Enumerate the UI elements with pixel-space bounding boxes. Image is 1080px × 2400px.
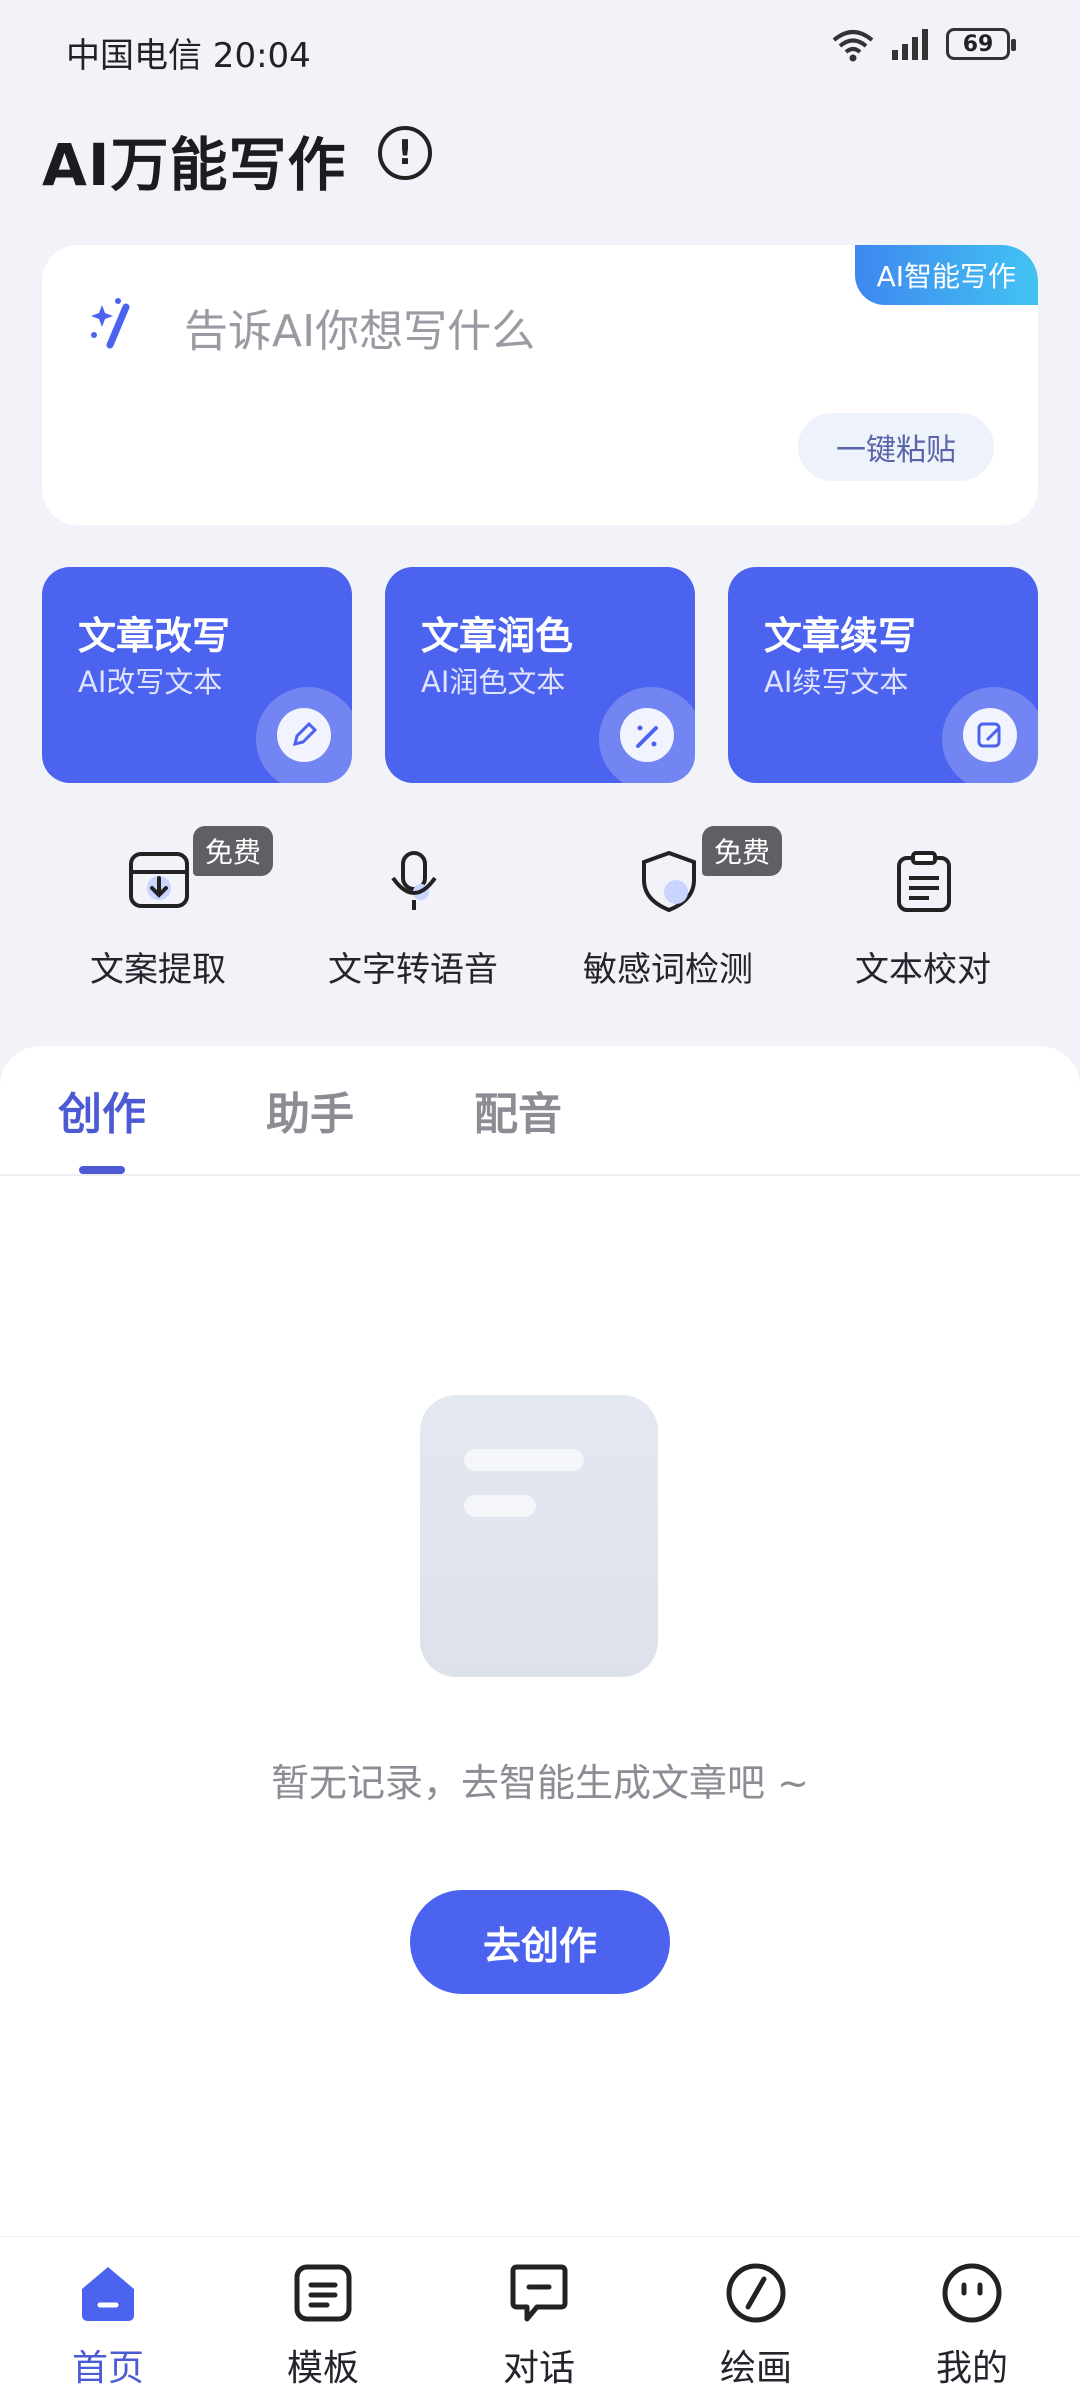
clipboard-icon	[897, 851, 951, 912]
bottom-nav: 首页 模板 对话 绘画 我的	[0, 2236, 1080, 2400]
rewrite-subtitle: AI改写文本	[78, 665, 223, 699]
ai-writing-badge: AI智能写作	[854, 245, 1038, 305]
status-carrier-time: 中国电信 20:04	[66, 36, 311, 76]
tab-indicator	[79, 1166, 125, 1174]
tool-label-tts: 文字转语音	[328, 950, 498, 990]
polish-title: 文章润色	[421, 614, 574, 658]
tab-assistant[interactable]: 助手	[266, 1078, 354, 1142]
home-icon	[82, 2267, 134, 2321]
polish-subtitle: AI润色文本	[421, 665, 566, 699]
tool-proofread[interactable]: 文本校对	[813, 850, 1033, 990]
continue-subtitle: AI续写文本	[764, 665, 909, 699]
continue-title: 文章续写	[764, 614, 917, 658]
battery-indicator: 69	[946, 28, 1016, 60]
tool-sensitive-check[interactable]: 敏感词检测	[558, 850, 778, 990]
tab-divider	[0, 1174, 1080, 1176]
polish-card[interactable]: 文章润色 AI润色文本	[385, 567, 695, 783]
nav-profile[interactable]: 我的	[902, 2261, 1042, 2391]
paint-icon	[726, 2263, 786, 2323]
nav-label-templates: 模板	[286, 2348, 359, 2389]
empty-state-message: 暂无记录，去智能生成文章吧 ~	[271, 1761, 809, 1805]
sparkle-wand-icon	[91, 298, 130, 349]
tool-label-sensitive: 敏感词检测	[583, 950, 753, 990]
signal-icon	[892, 29, 928, 60]
tab-create[interactable]: 创作	[58, 1078, 146, 1142]
nav-label-home: 首页	[71, 2348, 144, 2389]
nav-paint[interactable]: 绘画	[686, 2261, 826, 2391]
status-icons: 69	[830, 26, 1016, 62]
tool-label-proofread: 文本校对	[855, 950, 991, 990]
rewrite-card[interactable]: 文章改写 AI改写文本	[42, 567, 352, 783]
wifi-icon	[832, 30, 874, 62]
profile-icon	[942, 2263, 1002, 2323]
prompt-placeholder[interactable]: 告诉AI你想写什么	[184, 295, 535, 359]
tab-dubbing[interactable]: 配音	[474, 1078, 562, 1142]
nav-home[interactable]: 首页	[38, 2261, 178, 2391]
info-icon[interactable]: !	[378, 126, 432, 180]
page-title: AI万能写作	[42, 131, 347, 199]
tool-text-extract[interactable]: 文案提取	[48, 850, 268, 990]
nav-templates[interactable]: 模板	[253, 2261, 393, 2391]
empty-document-illustration	[420, 1395, 658, 1677]
nav-label-profile: 我的	[935, 2348, 1008, 2389]
nav-label-paint: 绘画	[719, 2348, 792, 2389]
prompt-input-card[interactable]: AI智能写作 告诉AI你想写什么 一键粘贴	[42, 245, 1038, 525]
magic-wand-icon	[599, 687, 695, 783]
tool-label-extract: 文案提取	[90, 950, 226, 990]
template-icon	[294, 2264, 352, 2322]
edit-icon	[256, 687, 352, 783]
paste-button[interactable]: 一键粘贴	[798, 413, 994, 481]
tool-text-to-speech[interactable]: 文字转语音	[303, 850, 523, 990]
nav-chat[interactable]: 对话	[469, 2261, 609, 2391]
nav-label-chat: 对话	[502, 2348, 575, 2389]
rewrite-title: 文章改写	[78, 614, 231, 658]
shield-icon	[642, 850, 696, 912]
continue-card[interactable]: 文章续写 AI续写文本	[728, 567, 1038, 783]
go-create-button[interactable]: 去创作	[410, 1890, 670, 1994]
download-icon	[129, 852, 189, 908]
note-edit-icon	[942, 687, 1038, 783]
chat-icon	[510, 2264, 568, 2322]
microphone-icon	[391, 851, 437, 910]
